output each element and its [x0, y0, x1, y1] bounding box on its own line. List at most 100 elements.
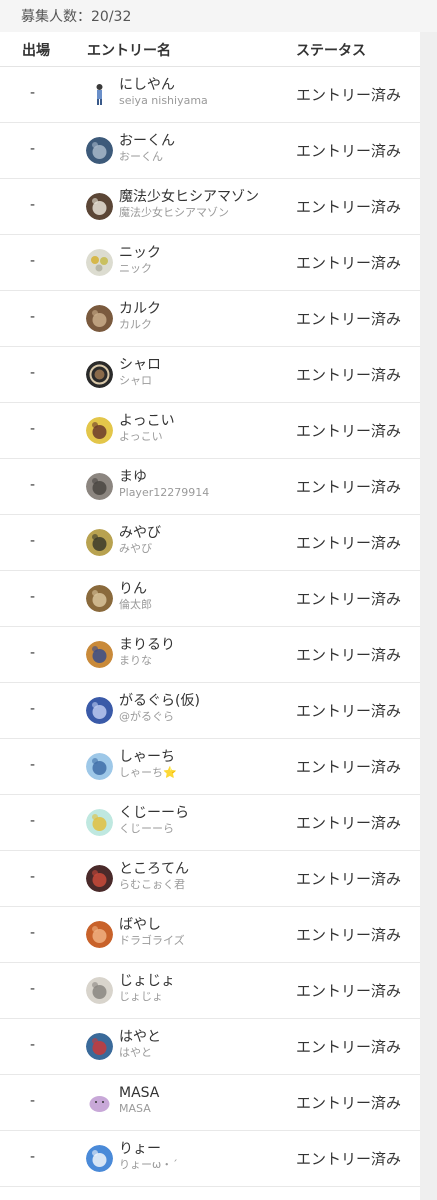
table-row: - りん 倫太郎 エントリー済み	[0, 571, 420, 627]
display-name[interactable]: くじーーら	[119, 805, 289, 822]
appear-value: -	[30, 421, 36, 437]
entry-status: エントリー済み	[296, 142, 402, 160]
entry-status: エントリー済み	[296, 646, 402, 664]
entry-status: エントリー済み	[296, 1038, 402, 1056]
avatar[interactable]	[86, 1145, 113, 1172]
display-name[interactable]: よっこい	[119, 413, 289, 430]
entry-status: エントリー済み	[296, 814, 402, 832]
entry-name-block: カルク カルク	[119, 301, 289, 332]
entry-name-block: じょじょ じょじょ	[119, 973, 289, 1004]
user-id: 倫太郎	[119, 598, 152, 611]
display-name[interactable]: 魔法少女ヒシアマゾン	[119, 189, 289, 206]
display-name[interactable]: ニック	[119, 245, 289, 262]
appear-value: -	[30, 813, 36, 829]
entry-name-block: しゃーち しゃーち⭐️	[119, 749, 289, 780]
entry-status: エントリー済み	[296, 926, 402, 944]
appear-value: -	[30, 1037, 36, 1053]
entry-status: エントリー済み	[296, 1094, 402, 1112]
table-row: - おーくん おーくん エントリー済み	[0, 123, 420, 179]
entry-name-block: まゆ Player12279914	[119, 469, 289, 500]
display-name[interactable]: りょー	[119, 1141, 289, 1158]
entry-status: エントリー済み	[296, 254, 402, 272]
avatar[interactable]	[86, 809, 113, 836]
entry-status: エントリー済み	[296, 590, 402, 608]
table-row: - シャロ シャロ エントリー済み	[0, 347, 420, 403]
entry-status: エントリー済み	[296, 86, 402, 104]
avatar[interactable]	[86, 753, 113, 780]
user-id: くじーーら	[119, 822, 174, 835]
avatar[interactable]	[86, 1089, 113, 1116]
user-id: MASA	[119, 1102, 151, 1115]
appear-value: -	[30, 141, 36, 157]
page-gutter	[420, 32, 437, 1200]
display-name[interactable]: みやび	[119, 525, 289, 542]
table-row: - ばやし ドラゴライズ エントリー済み	[0, 907, 420, 963]
display-name[interactable]: しゃーち	[119, 749, 289, 766]
user-id: @がるぐら	[119, 710, 174, 723]
entry-name-block: ばやし ドラゴライズ	[119, 917, 289, 948]
appear-value: -	[30, 85, 36, 101]
recruit-count-bar: 募集人数：20/32	[0, 0, 437, 32]
avatar[interactable]	[86, 137, 113, 164]
avatar[interactable]	[86, 473, 113, 500]
entry-status: エントリー済み	[296, 478, 402, 496]
appear-value: -	[30, 869, 36, 885]
header-appear: 出場	[22, 43, 50, 59]
table-row: - じょじょ じょじょ エントリー済み	[0, 963, 420, 1019]
avatar[interactable]	[86, 585, 113, 612]
user-id: ニック	[119, 262, 152, 275]
display-name[interactable]: おーくん	[119, 133, 289, 150]
table-row: - カルク カルク エントリー済み	[0, 291, 420, 347]
avatar[interactable]	[86, 361, 113, 388]
user-id: しゃーち⭐️	[119, 766, 177, 779]
avatar[interactable]	[86, 249, 113, 276]
avatar[interactable]	[86, 865, 113, 892]
display-name[interactable]: MASA	[119, 1085, 289, 1102]
entry-status: エントリー済み	[296, 310, 402, 328]
table-row: - まゆ Player12279914 エントリー済み	[0, 459, 420, 515]
user-id: よっこい	[119, 430, 163, 443]
display-name[interactable]: カルク	[119, 301, 289, 318]
user-id: みやび	[119, 542, 152, 555]
avatar[interactable]	[86, 193, 113, 220]
display-name[interactable]: じょじょ	[119, 973, 289, 990]
display-name[interactable]: ところてん	[119, 861, 289, 878]
avatar[interactable]	[86, 977, 113, 1004]
appear-value: -	[30, 1093, 36, 1109]
display-name[interactable]: まゆ	[119, 469, 289, 486]
header-entry-name: エントリー名	[87, 43, 171, 59]
entry-status: エントリー済み	[296, 982, 402, 1000]
entry-name-block: まりるり まりな	[119, 637, 289, 668]
entry-name-block: みやび みやび	[119, 525, 289, 556]
display-name[interactable]: まりるり	[119, 637, 289, 654]
appear-value: -	[30, 533, 36, 549]
table-row: - ニック ニック エントリー済み	[0, 235, 420, 291]
table-row: - にしやん seiya nishiyama エントリー済み	[0, 67, 420, 123]
table-row: - 魔法少女ヒシアマゾン 魔法少女ヒシアマゾン エントリー済み	[0, 179, 420, 235]
display-name[interactable]: はやと	[119, 1029, 289, 1046]
table-row: - MASA MASA エントリー済み	[0, 1075, 420, 1131]
avatar[interactable]	[86, 529, 113, 556]
user-id: 魔法少女ヒシアマゾン	[119, 206, 229, 219]
avatar[interactable]	[86, 417, 113, 444]
user-id: カルク	[119, 318, 152, 331]
table-header: 出場 エントリー名 ステータス	[0, 32, 420, 67]
display-name[interactable]: シャロ	[119, 357, 289, 374]
avatar[interactable]	[86, 305, 113, 332]
entry-rows: - にしやん seiya nishiyama エントリー済み - おーくん おーくん エントリ…	[0, 67, 420, 1187]
user-id: ドラゴライズ	[119, 934, 185, 947]
avatar[interactable]	[86, 921, 113, 948]
avatar[interactable]	[86, 81, 113, 108]
display-name[interactable]: にしやん	[119, 77, 289, 94]
avatar[interactable]	[86, 1033, 113, 1060]
user-id: Player12279914	[119, 486, 210, 499]
entry-name-block: くじーーら くじーーら	[119, 805, 289, 836]
display-name[interactable]: がるぐら(仮)	[119, 693, 289, 710]
display-name[interactable]: ばやし	[119, 917, 289, 934]
avatar[interactable]	[86, 641, 113, 668]
appear-value: -	[30, 757, 36, 773]
display-name[interactable]: りん	[119, 581, 289, 598]
avatar[interactable]	[86, 697, 113, 724]
entry-status: エントリー済み	[296, 702, 402, 720]
entry-status: エントリー済み	[296, 870, 402, 888]
